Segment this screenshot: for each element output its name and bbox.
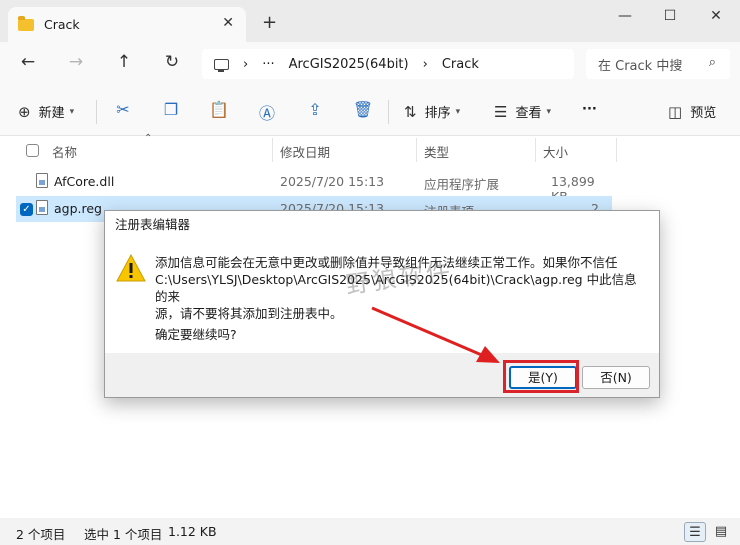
address-bar-row: ← → ↑ ↻ › ··· ArcGIS2025(64bit) › Crack … (0, 42, 740, 88)
no-button[interactable]: 否(N) (582, 366, 650, 389)
tab-crack[interactable]: Crack ✕ (8, 7, 246, 42)
item-count: 2 个项目 (16, 527, 66, 542)
divider (388, 100, 389, 124)
file-name: agp.reg (54, 201, 102, 216)
maximize-button[interactable]: ☐ (660, 8, 680, 24)
preview-button[interactable]: ◫ 预览 (668, 102, 717, 122)
dialog-title: 注册表编辑器 (105, 211, 659, 239)
sort-up-icon: ⌃ (144, 133, 153, 144)
sort-label: 排序 (424, 106, 451, 121)
column-type[interactable]: 类型 (424, 142, 449, 161)
reg-file-icon (36, 200, 48, 215)
address-bar[interactable]: › ··· ArcGIS2025(64bit) › Crack (202, 49, 574, 79)
refresh-button[interactable]: ↻ (160, 52, 184, 72)
view-button[interactable]: ☰ 查看 ▾ (494, 102, 551, 122)
dialog-question: 确定要继续吗? (155, 327, 237, 342)
dialog-body: 添加信息可能会在无意中更改或删除值并导致组件无法继续正常工作。如果你不信任 C:… (105, 239, 659, 353)
select-all-checkbox[interactable] (26, 144, 39, 157)
tiles-view-button[interactable]: ▤ (710, 522, 732, 542)
view-label: 查看 (515, 106, 542, 121)
warning-icon (116, 253, 146, 282)
selection-size: 1.12 KB (168, 524, 217, 539)
paste-icon[interactable]: 📋 (208, 100, 230, 119)
new-tab-button[interactable]: + (262, 12, 277, 33)
highlight-box (503, 360, 579, 393)
tab-title: Crack (44, 17, 80, 32)
search-icon: ⌕ (708, 55, 716, 70)
file-modified: 2025/7/20 15:13 (280, 174, 385, 189)
new-label: 新建 (38, 106, 65, 121)
chevron-down-icon: ▾ (455, 106, 461, 117)
preview-pane-icon: ◫ (668, 102, 683, 121)
column-header: 名称 ⌃ 修改日期 类型 大小 (0, 133, 740, 164)
preview-label: 预览 (690, 106, 717, 121)
command-bar: ⊕ 新建 ▾ ✂ ❐ 📋 Ⓐ ⇪ 🗑 ⇅ 排序 ▾ ☰ 查看 ▾ ··· ◫ 预… (0, 88, 740, 136)
sort-button[interactable]: ⇅ 排序 ▾ (404, 102, 461, 122)
more-button[interactable]: ··· (582, 102, 597, 117)
breadcrumb-more[interactable]: ··· (262, 57, 274, 72)
chevron-down-icon: ▾ (546, 106, 551, 117)
close-button[interactable]: ✕ (706, 8, 726, 24)
cut-icon[interactable]: ✂ (112, 100, 134, 119)
share-icon[interactable]: ⇪ (304, 100, 326, 119)
column-name[interactable]: 名称 (52, 142, 77, 161)
chevron-down-icon: ▾ (69, 106, 75, 117)
tab-close-icon[interactable]: ✕ (222, 15, 234, 31)
sort-icon: ⇅ (404, 102, 417, 121)
selection-count: 选中 1 个项目 (84, 527, 163, 542)
row-checkbox[interactable]: ✓ (20, 203, 33, 216)
breadcrumb-separator: › (422, 56, 428, 72)
search-input[interactable]: 在 Crack 中搜 ⌕ (586, 49, 730, 79)
title-bar: Crack ✕ + — ☐ ✕ (0, 0, 740, 42)
breadcrumb-crack[interactable]: Crack (442, 57, 479, 72)
plus-circle-icon: ⊕ (18, 102, 31, 121)
minimize-button[interactable]: — (615, 8, 635, 24)
column-divider[interactable] (272, 138, 273, 162)
details-view-button[interactable]: ☰ (684, 522, 706, 542)
rename-icon[interactable]: Ⓐ (256, 100, 278, 124)
file-type: 应用程序扩展 (424, 177, 500, 192)
breadcrumb-arcgis[interactable]: ArcGIS2025(64bit) (289, 57, 409, 72)
column-divider[interactable] (535, 138, 536, 162)
delete-icon[interactable]: 🗑 (352, 100, 374, 119)
breadcrumb-separator: › (243, 56, 249, 72)
column-size[interactable]: 大小 (543, 142, 568, 161)
column-divider[interactable] (416, 138, 417, 162)
copy-icon[interactable]: ❐ (160, 100, 182, 119)
file-name: AfCore.dll (54, 174, 115, 189)
forward-button[interactable]: → (64, 52, 88, 72)
column-modified[interactable]: 修改日期 (280, 142, 330, 161)
dialog-message-line: 源，请不要将其添加到注册表中。 (155, 306, 343, 321)
new-button[interactable]: ⊕ 新建 ▾ (18, 102, 75, 122)
dll-file-icon (36, 173, 48, 188)
view-icon: ☰ (494, 102, 508, 121)
search-placeholder: 在 Crack 中搜 (598, 58, 683, 74)
more-label: ··· (582, 102, 597, 117)
up-button[interactable]: ↑ (112, 52, 136, 72)
folder-icon (18, 15, 34, 31)
table-row[interactable]: AfCore.dll 2025/7/20 15:13 应用程序扩展 13,899… (16, 169, 612, 204)
computer-icon (214, 58, 229, 72)
status-bar: 2 个项目 选中 1 个项目 1.12 KB ☰ ▤ (0, 518, 740, 545)
back-button[interactable]: ← (16, 52, 40, 72)
divider (96, 100, 97, 124)
column-divider[interactable] (616, 138, 617, 162)
